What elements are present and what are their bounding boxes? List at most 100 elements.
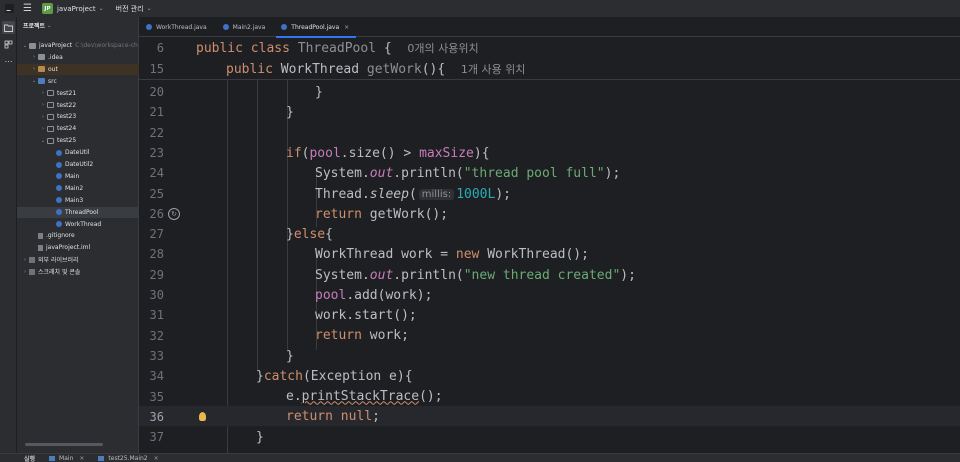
more-tools-icon[interactable]: ⋯ [2, 55, 15, 68]
line-number[interactable]: 21 [139, 105, 164, 119]
line-number[interactable]: 28 [139, 247, 164, 261]
tree-item[interactable]: Main [17, 171, 139, 182]
close-tab-icon[interactable]: × [344, 24, 349, 31]
recursive-call-icon[interactable]: ↻ [168, 208, 180, 220]
expand-arrow-icon[interactable]: ⌄ [21, 43, 29, 49]
sticky-line-method[interactable]: 15 public WorkThread getWork(){ 1개 사용 위치 [139, 59, 960, 79]
vcs-menu[interactable]: 버전 관리 [116, 4, 144, 14]
usage-hint[interactable]: 0개의 사용위치 [407, 40, 478, 56]
line-number[interactable]: 27 [139, 227, 164, 241]
tree-item[interactable]: ⌄ src [17, 76, 139, 87]
expand-arrow-icon[interactable]: › [39, 102, 47, 108]
sticky-line-class[interactable]: 6 public class ThreadPool { 0개의 사용위치 [139, 38, 960, 58]
close-icon[interactable]: × [154, 455, 159, 462]
expand-arrow-icon[interactable]: › [21, 269, 29, 275]
expand-arrow-icon[interactable]: ⌄ [39, 138, 47, 144]
expand-arrow-icon[interactable]: › [39, 126, 47, 132]
line-number[interactable]: 37 [139, 430, 164, 444]
tree-item[interactable]: DateUtil [17, 147, 139, 158]
expand-arrow-icon[interactable]: › [39, 114, 47, 120]
indent-guide [227, 80, 228, 453]
class-icon [56, 173, 62, 180]
line-number[interactable]: 31 [139, 308, 164, 322]
code-line-24: System. out .println("thread pool full"); [315, 165, 621, 181]
structure-tool-icon[interactable] [2, 38, 15, 51]
tab-main2[interactable]: Main2.java [216, 17, 275, 37]
line-number[interactable]: 25 [139, 187, 164, 201]
expand-arrow-icon[interactable]: › [30, 66, 38, 72]
line-number[interactable]: 32 [139, 329, 164, 343]
main-menu-icon[interactable]: ☰ [23, 3, 32, 14]
title-bar: ☰ JP javaProject ⌄ 버전 관리 ⌄ [0, 0, 960, 17]
run-label[interactable]: 실행 [24, 454, 35, 462]
line-number[interactable]: 23 [139, 146, 164, 160]
file-icon [38, 232, 43, 239]
line-number[interactable]: 20 [139, 85, 164, 99]
tree-item[interactable]: WorkThread [17, 219, 139, 230]
line-number[interactable]: 29 [139, 268, 164, 282]
line-number[interactable]: 33 [139, 349, 164, 363]
close-icon[interactable]: × [79, 455, 84, 462]
app-logo-icon[interactable] [3, 3, 15, 15]
run-tab-main2[interactable]: test25.Main2 × [98, 455, 159, 462]
code-line-25: Thread. sleep(millis: 1000L); [315, 186, 511, 202]
code-line-26: return getWork(); [315, 206, 449, 222]
package-icon [47, 90, 54, 97]
tree-item[interactable]: › test24 [17, 123, 139, 134]
tree-item-label: javaProject.iml [46, 244, 91, 252]
code-line-30: pool .add(work); [315, 287, 433, 303]
tree-item[interactable]: › test22 [17, 100, 139, 111]
tree-item[interactable]: › 스크래치 및 콘솔 [17, 266, 139, 277]
expand-arrow-icon[interactable]: ⌄ [30, 78, 38, 84]
project-switcher[interactable]: javaProject [57, 5, 96, 13]
tree-item[interactable]: Main2 [17, 183, 139, 194]
chevron-down-icon[interactable]: ⌄ [99, 5, 104, 12]
tree-item[interactable]: Main3 [17, 195, 139, 206]
line-number[interactable]: 35 [139, 390, 164, 404]
class-icon [56, 185, 62, 192]
line-number[interactable]: 34 [139, 369, 164, 383]
tree-item[interactable]: › out [17, 63, 139, 75]
tree-item[interactable]: ⌄ test25 [17, 135, 139, 146]
run-tab-main[interactable]: Main × [49, 455, 84, 462]
line-number[interactable]: 22 [139, 126, 164, 140]
tree-item[interactable]: › .idea [17, 52, 139, 63]
tree-item-label: test21 [57, 89, 77, 97]
project-panel-header[interactable]: 프로젝트 ⌄ [17, 17, 138, 34]
tree-item[interactable]: › test21 [17, 88, 139, 99]
code-editor[interactable]: 20 21 22 23 24 25 26 27 28 29 30 31 32 33 34 35 36 37 } }… [139, 38, 960, 453]
code-line-37: } [256, 429, 264, 445]
line-number[interactable]: 26 [139, 207, 164, 221]
project-tool-icon[interactable] [2, 21, 15, 34]
folder-orange-icon [38, 66, 45, 73]
usage-hint[interactable]: 1개 사용 위치 [461, 61, 526, 77]
line-number[interactable]: 30 [139, 288, 164, 302]
line-number[interactable]: 36 [139, 410, 164, 424]
chevron-down-icon[interactable]: ⌄ [47, 23, 51, 29]
line-number[interactable]: 24 [139, 166, 164, 180]
class-icon [281, 24, 288, 30]
lightbulb-icon[interactable] [199, 412, 206, 421]
tree-item[interactable]: › test23 [17, 111, 139, 122]
horizontal-scrollbar[interactable] [25, 443, 103, 446]
code-line-32: return work; [315, 327, 409, 343]
expand-arrow-icon[interactable]: › [21, 257, 29, 263]
tree-item[interactable]: ⌄ javaProject C:\dev\workspace-ch [17, 40, 139, 51]
tree-item[interactable]: ThreadPool [17, 206, 139, 218]
package-icon [47, 125, 54, 132]
expand-arrow-icon[interactable]: › [30, 54, 38, 60]
expand-arrow-icon[interactable]: › [39, 90, 47, 96]
tool-window-strip: ⋯ [0, 17, 17, 453]
tree-item-label: WorkThread [65, 220, 102, 228]
project-badge[interactable]: JP [41, 3, 53, 14]
tab-threadpool[interactable]: ThreadPool.java × [274, 17, 358, 38]
tree-item[interactable]: .gitignore [17, 230, 139, 241]
tree-item[interactable]: DateUtil2 [17, 159, 139, 170]
chevron-down-icon[interactable]: ⌄ [147, 5, 152, 12]
folder-icon [38, 54, 45, 61]
code-line-27: } else{ [286, 226, 333, 242]
tab-workthread[interactable]: WorkThread.java [139, 17, 216, 37]
code-line-33: } [286, 348, 294, 364]
tree-item[interactable]: javaProject.iml [17, 242, 139, 253]
tree-item[interactable]: › 외부 라이브러리 [17, 254, 139, 265]
